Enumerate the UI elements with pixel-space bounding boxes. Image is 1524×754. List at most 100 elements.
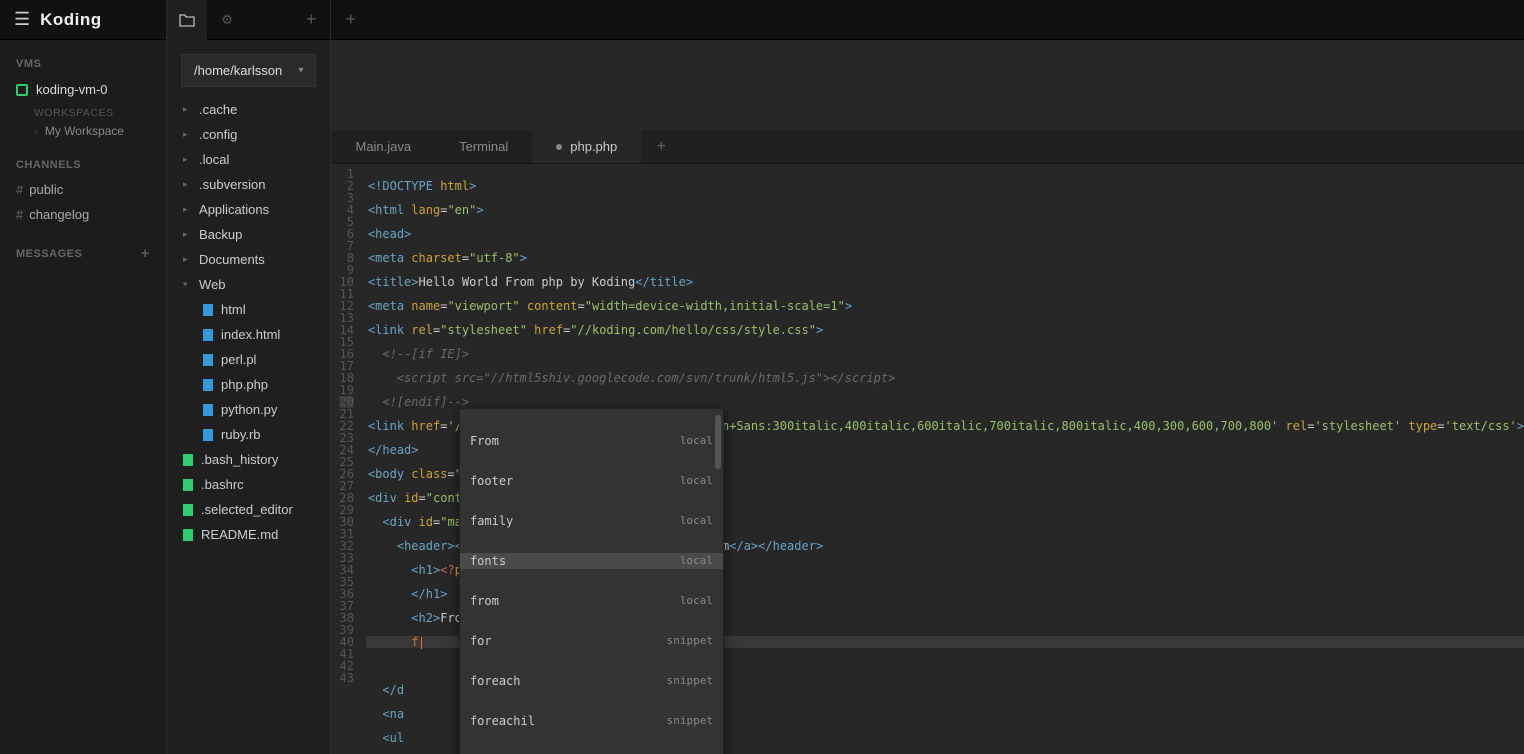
file-panel-add-icon[interactable]: +	[306, 9, 317, 30]
gear-icon: ⚙	[221, 12, 233, 28]
hash-icon: #	[16, 207, 23, 222]
channel-label: changelog	[29, 207, 89, 222]
tree-label: .selected_editor	[201, 502, 293, 517]
file-bash-history[interactable]: .bash_history	[167, 447, 330, 472]
file-selected-editor[interactable]: .selected_editor	[167, 497, 330, 522]
brand-bar: ☰ Koding	[0, 0, 166, 40]
file-python[interactable]: python.py	[167, 397, 330, 422]
file-tree: ▸.cache ▸.config ▸.local ▸.subversion ▸A…	[167, 97, 330, 754]
channel-public[interactable]: # public	[0, 177, 166, 202]
tree-label: .cache	[199, 102, 237, 117]
ac-scrollbar[interactable]	[715, 415, 721, 469]
vms-header: VMS	[0, 40, 166, 76]
ac-item[interactable]: footer local	[460, 473, 723, 489]
path-dropdown[interactable]: /home/karlsson ▾	[181, 54, 316, 87]
ac-item-selected[interactable]: fontslocal	[460, 553, 723, 569]
tree-label: .config	[199, 127, 237, 142]
ac-text: From	[470, 435, 499, 447]
file-html[interactable]: html	[167, 297, 330, 322]
file-readme[interactable]: README.md	[167, 522, 330, 547]
channel-changelog[interactable]: # changelog	[0, 202, 166, 227]
editor-add-icon[interactable]: +	[345, 9, 356, 30]
tree-label: README.md	[201, 527, 278, 542]
autocomplete-popup[interactable]: Fromlocal footerlocal familylocal fontsl…	[459, 408, 724, 754]
tree-label: .bashrc	[201, 477, 244, 492]
editor-blank-area	[331, 40, 1524, 130]
tree-label: perl.pl	[221, 352, 256, 367]
folder-config[interactable]: ▸ .config	[167, 122, 330, 147]
ac-kind: snippet	[667, 715, 713, 727]
folder-documents[interactable]: ▸ Documents	[167, 247, 330, 272]
hamburger-icon[interactable]: ☰	[14, 9, 30, 30]
ac-kind: local	[680, 475, 713, 487]
file-icon	[183, 479, 193, 491]
ac-item[interactable]: foreachsnippet	[460, 673, 723, 689]
tab-label: Terminal	[459, 139, 508, 154]
ac-text: family	[470, 515, 513, 527]
tab-terminal[interactable]: Terminal	[435, 130, 532, 163]
workspace-item[interactable]: My Workspace	[0, 121, 166, 141]
ac-item[interactable]: Fromlocal	[460, 433, 723, 449]
file-icon	[183, 529, 193, 541]
file-icon	[203, 404, 213, 416]
ac-text: fonts	[470, 555, 506, 567]
file-icon	[203, 379, 213, 391]
folder-local[interactable]: ▸.local	[167, 147, 330, 172]
chevron-right-icon: ▸	[183, 229, 191, 240]
line-gutter: 1234567891011121314151617181920212223242…	[331, 164, 365, 754]
file-panel-tabs: ⚙ +	[167, 0, 330, 40]
chevron-right-icon: ▸	[183, 254, 191, 265]
file-tab-settings[interactable]: ⚙	[207, 0, 247, 40]
folder-applications[interactable]: ▸Applications	[167, 197, 330, 222]
ac-kind: local	[680, 515, 713, 527]
file-icon	[203, 354, 213, 366]
path-label: /home/karlsson	[194, 63, 282, 78]
file-perl[interactable]: perl.pl	[167, 347, 330, 372]
ac-text: for	[470, 635, 492, 647]
ac-item[interactable]: for snippet	[460, 633, 723, 649]
ac-item[interactable]: fromlocal	[460, 593, 723, 609]
vm-item[interactable]: koding-vm-0	[0, 76, 166, 103]
tab-main-java[interactable]: Main.java	[331, 130, 435, 163]
tree-label: Backup	[199, 227, 242, 242]
tree-label: index.html	[221, 327, 280, 342]
ac-text: footer	[470, 475, 513, 487]
tree-label: Documents	[199, 252, 265, 267]
ac-item[interactable]: foreachil snippet	[460, 713, 723, 729]
tree-label: ruby.rb	[221, 427, 261, 442]
folder-web[interactable]: ▾Web	[167, 272, 330, 297]
ac-text: foreachil	[470, 715, 535, 727]
chevron-right-icon: ▸	[183, 129, 191, 140]
file-bashrc[interactable]: .bashrc	[167, 472, 330, 497]
file-php[interactable]: php.php	[167, 372, 330, 397]
chevron-right-icon: ▸	[183, 154, 191, 165]
tree-label: .subversion	[199, 177, 265, 192]
file-tab-files[interactable]	[167, 0, 207, 40]
chevron-down-icon: ▾	[183, 279, 191, 290]
code-editor[interactable]: 1234567891011121314151617181920212223242…	[331, 164, 1524, 754]
ac-kind: snippet	[667, 635, 713, 647]
editor-tabs: Main.java Terminal php.php +	[331, 130, 1524, 164]
file-icon	[203, 429, 213, 441]
file-index-html[interactable]: index.html	[167, 322, 330, 347]
tree-label: python.py	[221, 402, 277, 417]
hash-icon: #	[16, 182, 23, 197]
workspaces-label: WORKSPACES	[0, 103, 166, 121]
tab-label: Main.java	[355, 139, 411, 154]
channel-label: public	[29, 182, 63, 197]
add-message-icon[interactable]: +	[141, 245, 150, 262]
chevron-right-icon: ▸	[183, 179, 191, 190]
tab-php[interactable]: php.php	[532, 130, 641, 163]
ac-item[interactable]: family local	[460, 513, 723, 529]
folder-subversion[interactable]: ▸ .subversion	[167, 172, 330, 197]
add-tab-button[interactable]: +	[641, 130, 681, 163]
folder-outline-icon	[179, 13, 195, 27]
ac-kind: local	[680, 595, 713, 607]
code-body[interactable]: <!DOCTYPE html> <html lang="en"> <head> …	[366, 164, 1524, 754]
vm-name: koding-vm-0	[36, 82, 108, 97]
folder-cache[interactable]: ▸.cache	[167, 97, 330, 122]
ac-text: foreach	[470, 675, 521, 687]
folder-backup[interactable]: ▸ Backup	[167, 222, 330, 247]
tab-label: php.php	[570, 139, 617, 154]
file-ruby[interactable]: ruby.rb	[167, 422, 330, 447]
